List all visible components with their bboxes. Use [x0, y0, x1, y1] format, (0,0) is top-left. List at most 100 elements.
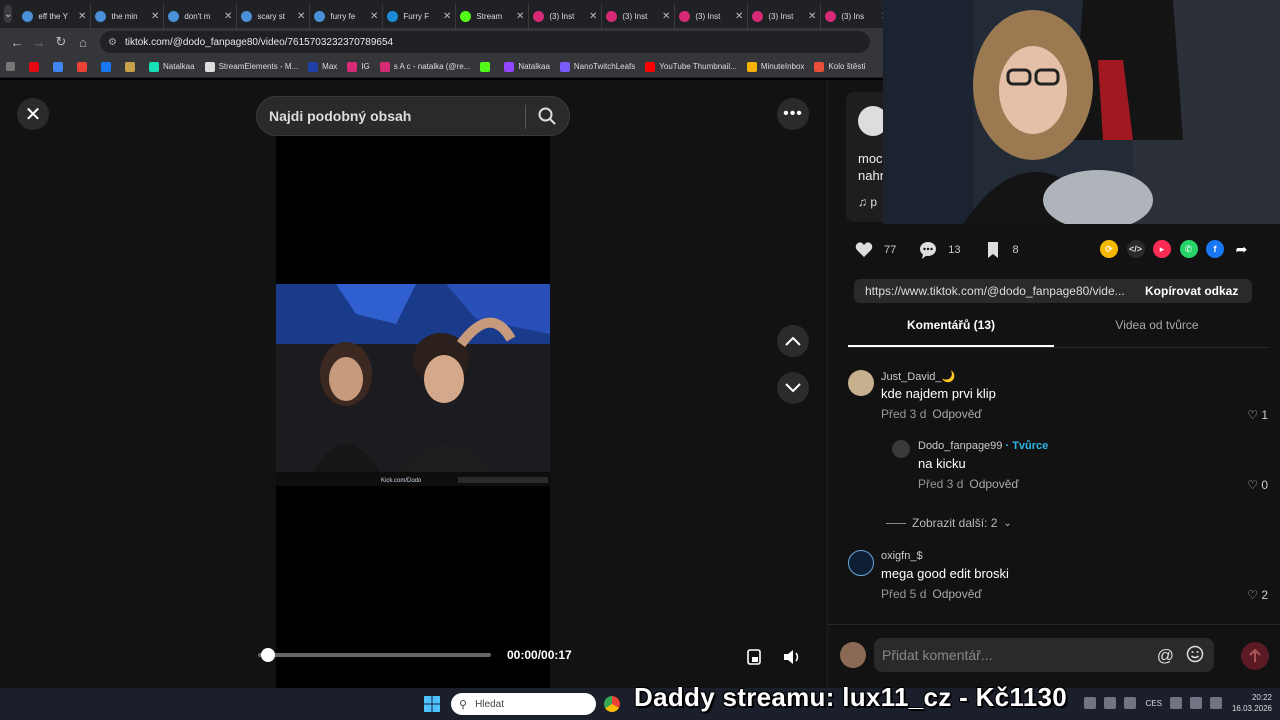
commenter-avatar[interactable] [848, 370, 874, 396]
commenter-avatar[interactable] [892, 440, 910, 458]
save-action[interactable]: 8 [983, 240, 1019, 260]
browser-tab[interactable]: furry fe ✕ [310, 4, 384, 28]
commenter-name[interactable]: Dodo_fanpage99 · Tvůrce [918, 440, 1048, 452]
reply-button[interactable]: Odpověď [932, 587, 981, 601]
like-action[interactable]: 77 [854, 240, 896, 260]
browser-tab[interactable]: Furry F ✕ [383, 4, 457, 28]
bookmark-item[interactable]: Natalkaa [149, 61, 195, 72]
tab-close-icon[interactable]: ✕ [735, 11, 743, 22]
browser-tab[interactable]: don't m ✕ [164, 4, 238, 28]
tab-close-icon[interactable]: ✕ [297, 11, 305, 22]
search-icon[interactable] [537, 106, 557, 126]
forward-button[interactable]: → [28, 35, 50, 50]
bookmark-item[interactable]: MinuteInbox [746, 61, 804, 72]
reply-button[interactable]: Odpověď [932, 407, 981, 421]
bookmark-item[interactable]: Kolo štěstí [814, 61, 866, 72]
picture-in-picture-button[interactable] [740, 643, 768, 671]
address-bar[interactable]: ⚙ tiktok.com/@dodo_fanpage80/video/76157… [100, 31, 870, 53]
send-comment-button[interactable] [1241, 642, 1269, 670]
search-input[interactable]: Najdi podobný obsah [256, 96, 570, 136]
tray-overflow-icon[interactable] [1083, 697, 1096, 709]
bookmark-item[interactable] [77, 61, 91, 72]
browser-tab[interactable]: scary st ✕ [237, 4, 311, 28]
progress-knob[interactable] [260, 648, 275, 662]
commenter-avatar[interactable] [848, 550, 874, 576]
mention-icon[interactable]: @ [1157, 646, 1174, 666]
tab-close-icon[interactable]: ✕ [151, 11, 159, 22]
tab-close-icon[interactable]: ✕ [589, 11, 597, 22]
more-options-button[interactable]: ••• [777, 98, 809, 130]
tab-creator-videos[interactable]: Videa od tvůrce [1054, 318, 1260, 347]
bookmark-item[interactable] [29, 61, 43, 72]
network-icon[interactable] [1123, 697, 1136, 709]
comment-like-button[interactable]: ♡ 2 [1247, 588, 1268, 602]
show-more-replies-button[interactable]: Zobrazit další: 2 ⌄ [886, 516, 1012, 530]
share-arrow-icon[interactable]: ➦ [1233, 240, 1251, 258]
comment-action[interactable]: 13 [918, 240, 961, 260]
wifi-icon[interactable] [1189, 697, 1202, 709]
tab-close-icon[interactable]: ✕ [662, 11, 670, 22]
browser-tab[interactable]: eff the Y ✕ [18, 4, 92, 28]
microphone-icon[interactable] [1103, 697, 1116, 709]
site-info-icon[interactable]: ⚙ [108, 37, 117, 48]
browser-tab[interactable]: (3) Inst ✕ [748, 4, 822, 28]
speaker-icon[interactable] [1209, 697, 1222, 709]
repost-icon[interactable]: ⟳ [1100, 240, 1118, 258]
bookmark-item[interactable] [53, 61, 67, 72]
bookmark-item[interactable]: YouTube Thumbnail... [645, 61, 737, 72]
reload-button[interactable]: ↻ [50, 34, 72, 50]
video-progress-bar[interactable] [258, 648, 491, 662]
tab-close-icon[interactable]: ✕ [78, 11, 86, 22]
video-frame[interactable]: Kick.com/Dodo [276, 136, 550, 688]
tab-comments[interactable]: Komentářů (13) [848, 318, 1054, 347]
bookmark-item[interactable]: Max [308, 61, 337, 72]
next-video-button[interactable] [777, 372, 809, 404]
display-icon[interactable] [1169, 697, 1182, 709]
volume-button[interactable] [778, 643, 806, 671]
bookmark-item[interactable] [480, 61, 494, 72]
music-link[interactable]: ♫ p [858, 195, 877, 209]
tab-close-icon[interactable]: ✕ [443, 11, 451, 22]
send-icon[interactable]: ▸ [1153, 240, 1171, 258]
copy-link-button[interactable]: Kopírovat odkaz [1145, 284, 1238, 298]
bookmark-item[interactable]: StreamElements - M... [204, 61, 298, 72]
share-link-url[interactable]: https://www.tiktok.com/@dodo_fanpage80/v… [865, 284, 1135, 298]
system-clock[interactable]: 20:22 16.03.2026 [1232, 692, 1272, 714]
bookmark-item[interactable]: IG [347, 61, 370, 72]
commenter-name[interactable]: Just_David_🌙 [881, 370, 955, 383]
tab-close-icon[interactable]: ✕ [370, 11, 378, 22]
commenter-name[interactable]: oxigfn_$ [881, 550, 923, 562]
browser-tab[interactable]: (3) Inst ✕ [602, 4, 676, 28]
tab-close-icon[interactable]: ✕ [224, 11, 232, 22]
input-language[interactable]: CES [1146, 699, 1162, 708]
facebook-icon[interactable]: f [1206, 240, 1224, 258]
taskbar-search[interactable]: ⚲ Hledat [451, 693, 596, 715]
bookmark-item[interactable] [101, 61, 115, 72]
chrome-taskbar-icon[interactable] [604, 696, 620, 712]
user-avatar[interactable] [840, 642, 866, 668]
reply-button[interactable]: Odpověď [969, 477, 1018, 491]
browser-tab[interactable]: the min ✕ [91, 4, 165, 28]
home-button[interactable]: ⌂ [72, 35, 94, 50]
emoji-icon[interactable] [1186, 645, 1204, 663]
comment-input[interactable]: Přidat komentář... @ [874, 638, 1214, 672]
browser-tab[interactable]: Stream ✕ [456, 4, 530, 28]
comment-like-button[interactable]: ♡ 1 [1247, 408, 1268, 422]
tab-close-icon[interactable]: ✕ [808, 11, 816, 22]
tab-close-icon[interactable]: ✕ [516, 11, 524, 22]
back-button[interactable]: ← [6, 35, 28, 50]
bookmark-item[interactable]: NanoTwitchLeafs [559, 61, 635, 72]
embed-code-icon[interactable]: </> [1126, 240, 1145, 258]
comment-like-button[interactable]: ♡ 0 [1247, 478, 1268, 492]
whatsapp-icon[interactable]: ✆ [1179, 240, 1198, 258]
browser-tab[interactable]: (3) Inst ✕ [529, 4, 603, 28]
bookmark-item[interactable] [125, 61, 139, 72]
tab-search-menu-button[interactable]: ⌄ [4, 5, 13, 23]
apps-grid-icon[interactable] [6, 62, 19, 71]
bookmark-item[interactable]: Natalkaa [504, 61, 550, 72]
close-button[interactable]: ✕ [17, 98, 49, 130]
previous-video-button[interactable] [777, 325, 809, 357]
windows-start-icon[interactable] [424, 696, 440, 712]
browser-tab[interactable]: (3) Inst ✕ [675, 4, 749, 28]
bookmark-item[interactable]: s A c - natalka (@re... [379, 61, 470, 72]
